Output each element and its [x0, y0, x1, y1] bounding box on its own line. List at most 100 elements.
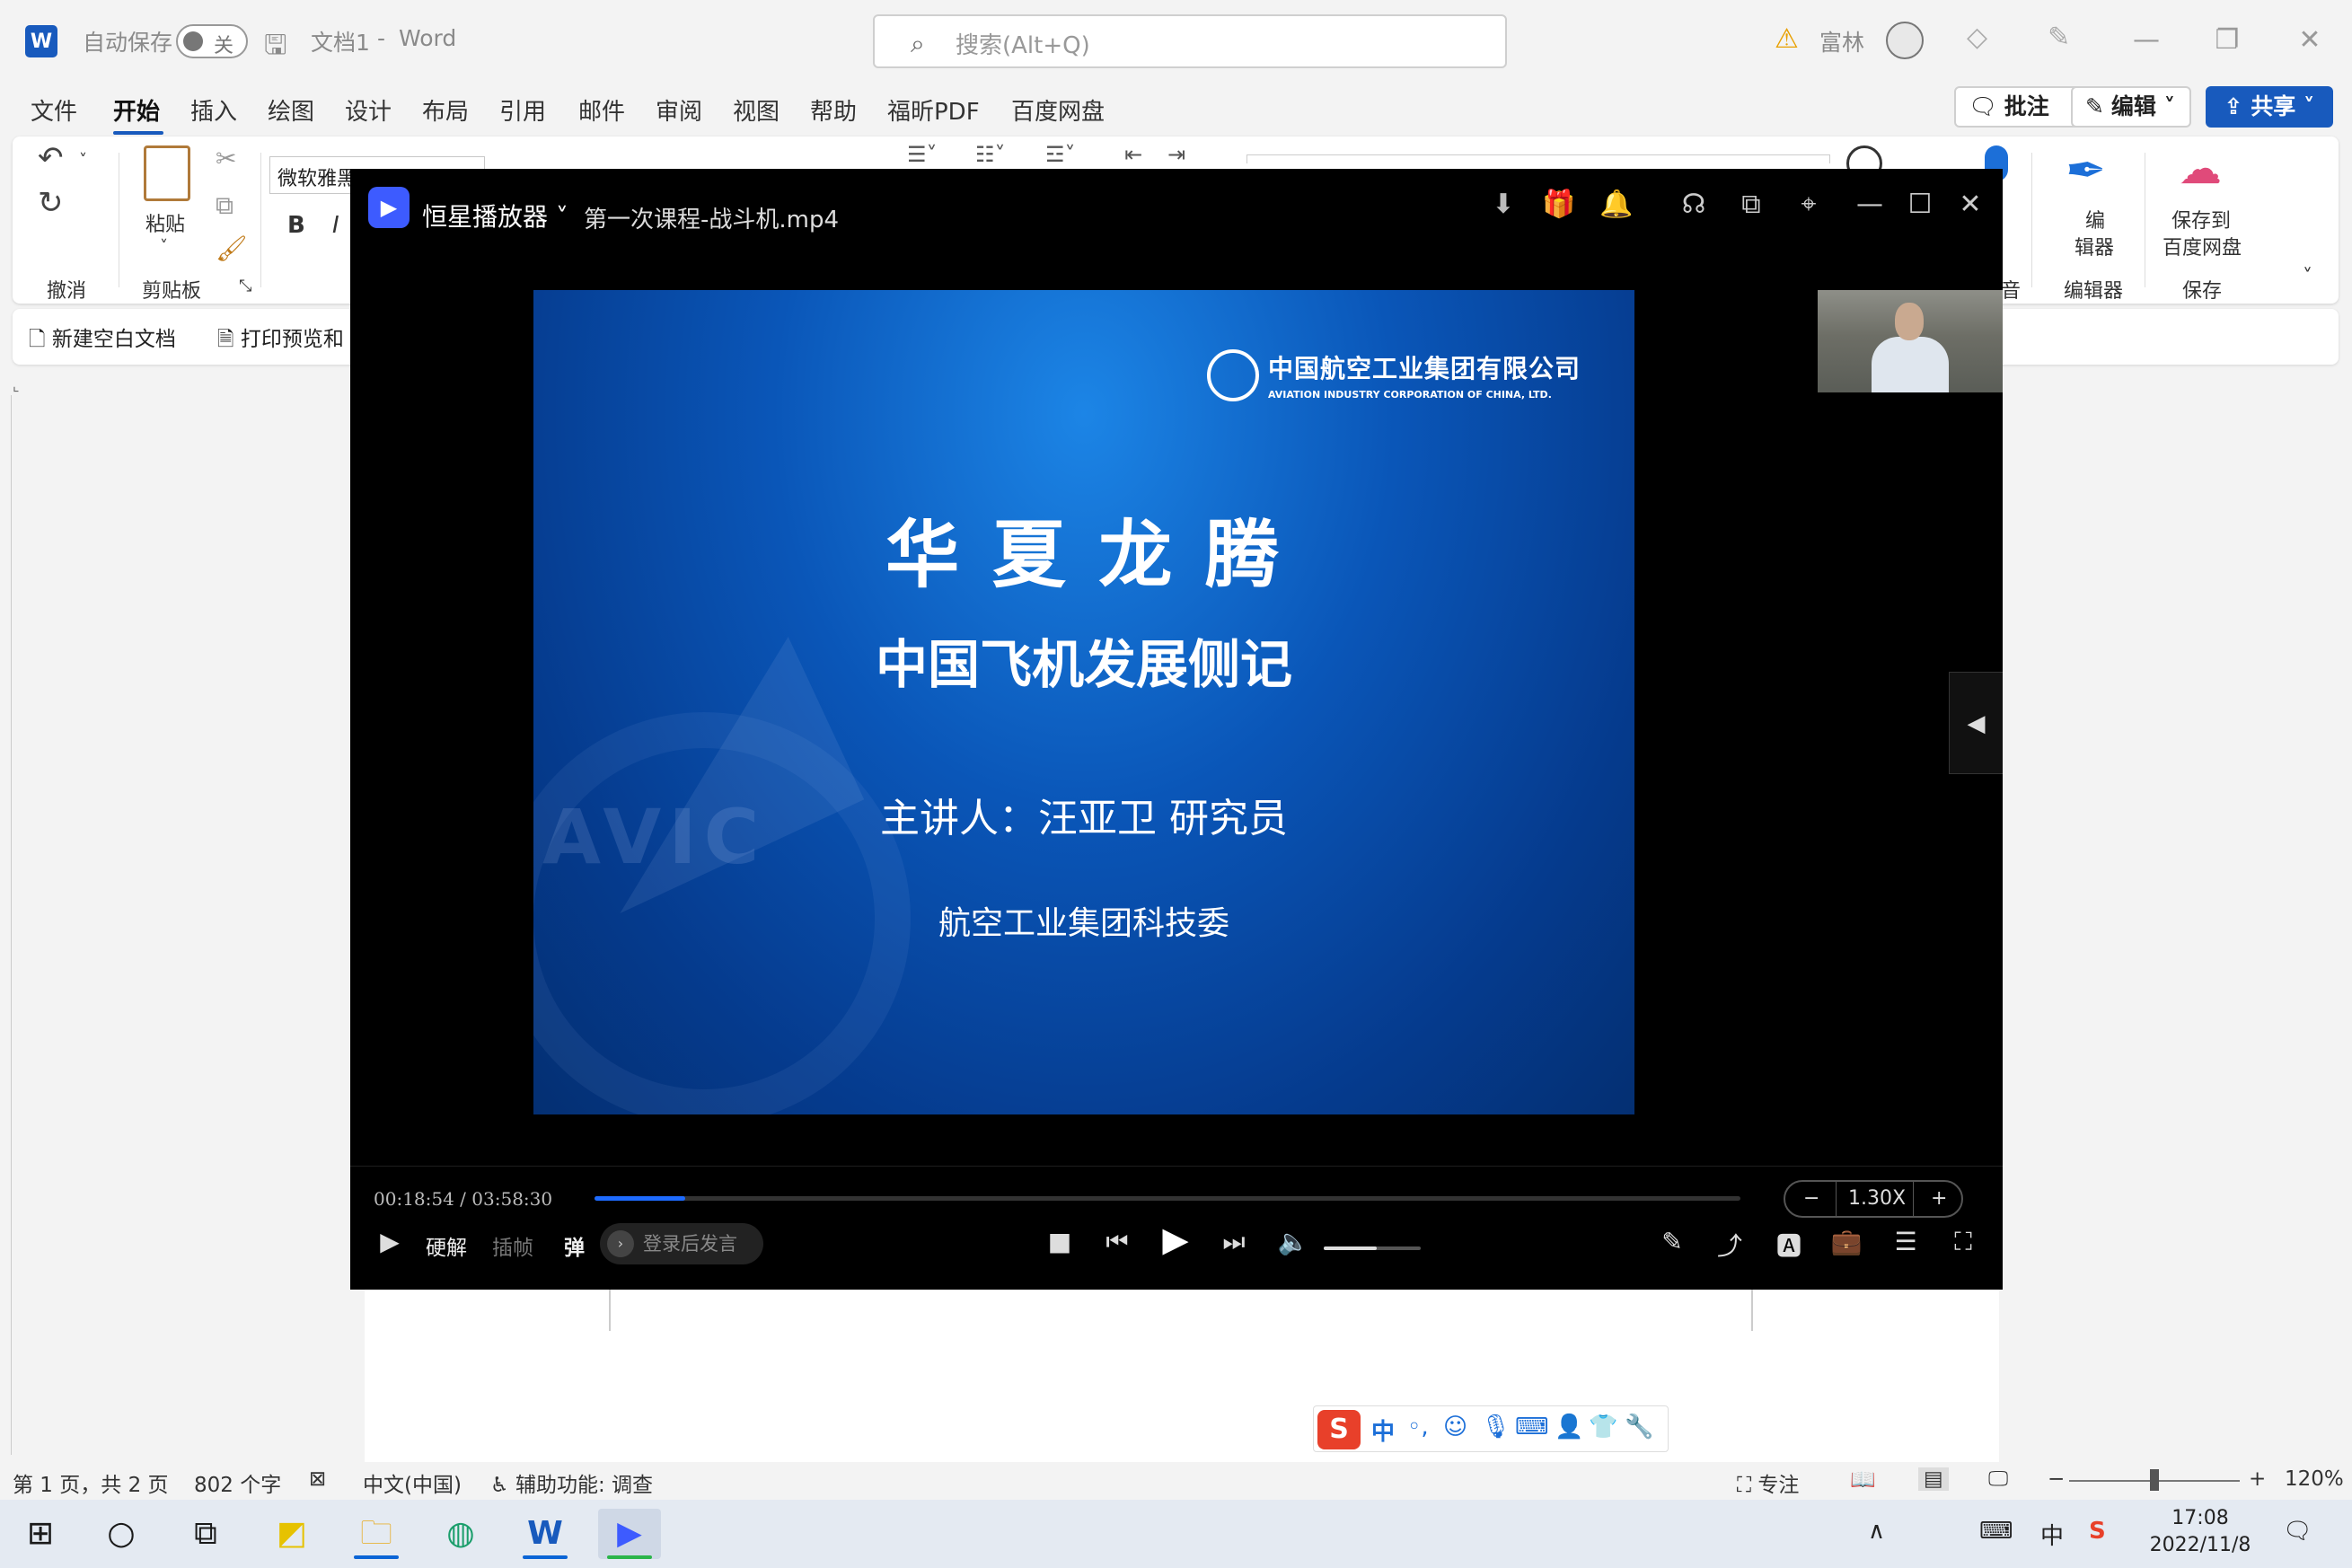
bullet-list-icon[interactable]: ☰˅ — [907, 142, 938, 167]
speed-decrease-button[interactable]: − — [1803, 1187, 1819, 1210]
sogou-tray-icon[interactable]: S — [2089, 1518, 2106, 1545]
new-blank-button[interactable]: 🗋 新建空白文档 — [29, 322, 176, 359]
focus-button[interactable]: ⛶ 专注 — [1737, 1467, 1799, 1498]
tab-7[interactable]: 邮件 — [578, 93, 625, 127]
tab-9[interactable]: 视图 — [733, 93, 780, 127]
ribbon-collapse-icon[interactable]: ˅ — [2303, 266, 2312, 288]
word-taskbar-icon[interactable]: W — [514, 1509, 577, 1559]
editor-button-line2[interactable]: 辑器 — [2075, 232, 2114, 260]
number-list-icon[interactable]: ☷˅ — [975, 142, 1006, 167]
format-painter-icon[interactable]: 🖌 — [216, 233, 248, 263]
playlist-icon[interactable]: ▶︎ — [372, 1227, 408, 1256]
share-button[interactable]: ⇪ 共享 ˅ — [2206, 86, 2333, 128]
ime-punctuation-icon[interactable]: ◦, — [1407, 1414, 1429, 1440]
ime-user-icon[interactable]: 👤 — [1555, 1414, 1583, 1440]
ime-toolbar[interactable]: S 中 ◦, ☺ 🎙 ⌨ 👤 👕 🔧 — [1313, 1405, 1669, 1452]
gift-icon[interactable]: 🎁 — [1539, 189, 1579, 220]
side-panel-toggle[interactable]: ◀ — [1949, 672, 2003, 774]
ime-skin-icon[interactable]: 👕 — [1589, 1414, 1617, 1440]
windows-start-icon[interactable]: ⊞ — [9, 1509, 72, 1559]
stop-icon[interactable]: ■ — [1042, 1227, 1078, 1256]
tab-5[interactable]: 布局 — [422, 93, 469, 127]
close-button[interactable]: ✕ — [2283, 18, 2337, 63]
accessibility-status[interactable]: ♿ 辅助功能: 调查 — [490, 1467, 653, 1498]
read-mode-icon[interactable]: 📖 — [1850, 1467, 1876, 1492]
pin-icon[interactable]: ⌖ — [1789, 189, 1828, 220]
tab-1[interactable]: 开始 — [113, 93, 160, 127]
multilevel-list-icon[interactable]: ☲˅ — [1045, 142, 1076, 167]
webcam-overlay[interactable] — [1818, 290, 2003, 392]
ime-indicator[interactable]: 中 — [2040, 1518, 2064, 1551]
styles-gallery[interactable] — [1246, 154, 1830, 163]
player-minimize-button[interactable]: — — [1850, 189, 1890, 220]
search-input[interactable]: ⌕ 搜索(Alt+Q) — [873, 14, 1507, 68]
video-frame-slide[interactable]: AVIC 中国航空工业集团有限公司 AVIATION INDUSTRY CORP… — [533, 290, 1634, 1114]
danmu-toggle[interactable]: 弹 — [564, 1230, 585, 1261]
danmu-input[interactable]: › 登录后发言 — [600, 1223, 763, 1264]
increase-indent-icon[interactable]: ⇥ — [1167, 142, 1185, 167]
paste-icon[interactable] — [144, 145, 190, 201]
minimize-button[interactable]: — — [2119, 18, 2173, 63]
save-icon[interactable]: 🖫 — [264, 25, 287, 71]
save-to-baidu-line2[interactable]: 百度网盘 — [2163, 232, 2242, 260]
player-close-button[interactable]: ✕ — [1951, 189, 1990, 220]
user-name[interactable]: 富林 — [1819, 25, 1864, 57]
subtitle-icon[interactable]: 🅰 — [1771, 1227, 1807, 1263]
file-explorer-icon[interactable]: 🗀 — [345, 1509, 408, 1559]
download-icon[interactable]: ⬇ — [1484, 189, 1523, 220]
ime-keyboard-icon[interactable]: ⌨ — [1515, 1414, 1549, 1440]
edge-browser-icon[interactable]: ◍ — [429, 1509, 492, 1559]
word-count[interactable]: 802 个字 — [194, 1467, 281, 1498]
paste-dropdown-icon[interactable]: ˅ — [160, 237, 168, 256]
share-video-icon[interactable]: ⤴ — [1712, 1227, 1748, 1263]
diamond-icon[interactable]: ◇ — [1967, 22, 1987, 53]
italic-button[interactable]: I — [332, 212, 339, 239]
player-app-name[interactable]: 恒星播放器 ˅ — [422, 198, 568, 233]
ime-mic-icon[interactable]: 🎙 — [1481, 1414, 1511, 1440]
frame-insert-button[interactable]: 插帧 — [492, 1230, 533, 1261]
tab-4[interactable]: 设计 — [345, 93, 392, 127]
page-info[interactable]: 第 1 页，共 2 页 — [13, 1467, 169, 1498]
zoom-level[interactable]: 120% — [2285, 1467, 2344, 1491]
system-clock[interactable]: 17:08 2022/11/8 — [2137, 1505, 2263, 1559]
tab-0[interactable]: 文件 — [31, 93, 77, 127]
zoom-in-button[interactable]: + — [2249, 1467, 2266, 1491]
edit-button[interactable]: ✎ 编辑 ˅ — [2071, 86, 2191, 128]
tab-2[interactable]: 插入 — [190, 93, 237, 127]
undo-dropdown-icon[interactable]: ˅ — [79, 151, 87, 170]
web-layout-icon[interactable]: 🖵 — [1988, 1467, 2008, 1491]
restore-button[interactable]: ❐ — [2200, 18, 2254, 63]
hw-decode-button[interactable]: 硬解 — [426, 1230, 467, 1261]
decrease-indent-icon[interactable]: ⇤ — [1124, 142, 1142, 167]
cut-icon[interactable]: ✂ — [216, 144, 236, 173]
warning-icon[interactable]: ⚠ — [1775, 23, 1799, 55]
ime-settings-icon[interactable]: 🔧 — [1625, 1414, 1653, 1440]
tab-3[interactable]: 绘图 — [268, 93, 314, 127]
undo-icon[interactable]: ↶ — [38, 140, 64, 176]
volume-slider[interactable] — [1324, 1246, 1421, 1250]
task-view-icon[interactable]: ⧉ — [174, 1509, 237, 1559]
sticky-notes-icon[interactable]: ◩ — [260, 1509, 323, 1559]
fullscreen-icon[interactable]: ⛶ — [1945, 1227, 1981, 1257]
progress-bar[interactable] — [595, 1196, 1740, 1201]
toolbox-icon[interactable]: 💼 — [1828, 1227, 1864, 1256]
bold-button[interactable]: B — [287, 212, 305, 239]
playlist-panel-icon[interactable]: ☰ — [1888, 1227, 1924, 1256]
print-layout-icon[interactable]: ▤ — [1918, 1467, 1949, 1491]
editor-button-line1[interactable]: 编 — [2085, 205, 2105, 233]
notification-icon[interactable]: 🗨 — [2283, 1518, 2312, 1545]
ime-emoji-icon[interactable]: ☺ — [1443, 1414, 1467, 1440]
volume-icon[interactable]: 🔈 — [1275, 1227, 1311, 1256]
tab-stop-icon[interactable]: ⌞ — [13, 377, 20, 394]
paste-label[interactable]: 粘贴 — [145, 208, 185, 237]
play-icon[interactable]: ▶ — [1153, 1220, 1198, 1259]
speed-control[interactable]: − 1.30X + — [1784, 1180, 1963, 1218]
video-player-window[interactable]: ▶ 恒星播放器 ˅ 第一次课程-战斗机.mp4 ⬇ 🎁 🔔 ☊ ⧉ ⌖ — ☐ … — [350, 169, 2003, 1290]
tab-11[interactable]: 福昕PDF — [887, 93, 980, 127]
previous-icon[interactable]: ⏮ — [1099, 1227, 1135, 1257]
print-preview-button[interactable]: 🗎 打印预览和 — [217, 322, 344, 359]
proofing-icon[interactable]: ⊠ — [309, 1467, 326, 1491]
headset-icon[interactable]: ☊ — [1674, 189, 1713, 220]
zoom-out-button[interactable]: − — [2048, 1467, 2065, 1491]
tab-10[interactable]: 帮助 — [810, 93, 857, 127]
